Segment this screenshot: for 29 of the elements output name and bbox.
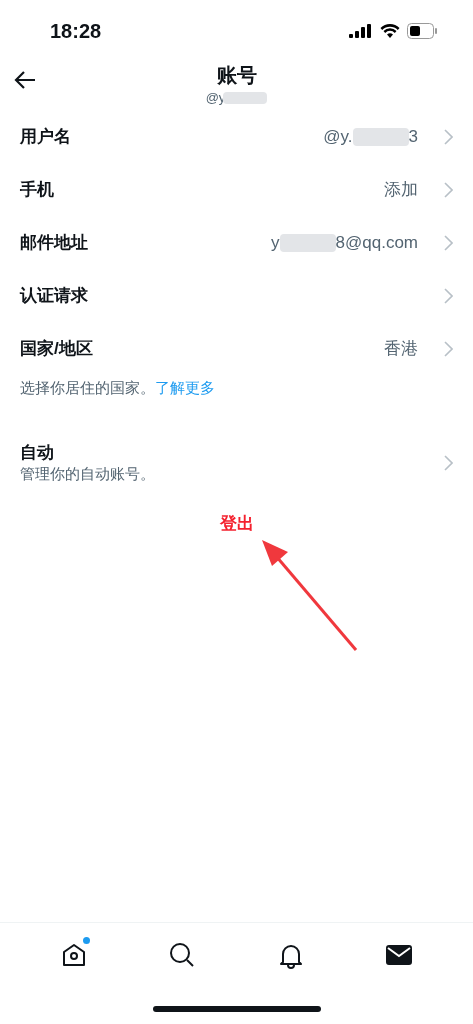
battery-icon: [407, 23, 437, 39]
row-value: 3: [408, 125, 418, 148]
chevron-icon: [444, 287, 453, 304]
chevron-icon: [444, 234, 453, 251]
row-value: @y.: [323, 125, 353, 148]
row-value: 添加: [384, 178, 418, 201]
row-value: 香港: [384, 337, 418, 360]
row-value: 8@qq.com: [335, 231, 418, 254]
row-label: 自动: [20, 442, 55, 464]
logout-button[interactable]: 登出: [219, 511, 254, 537]
page-title: 账号: [216, 63, 257, 88]
hint-text: 选择你居住的国家。了解更多: [19, 378, 216, 398]
settings-row[interactable]: 自动 管理你的自动账号。: [0, 435, 473, 491]
signal-icon: [349, 24, 373, 38]
chevron-icon: [444, 181, 453, 198]
chevron-icon: [444, 128, 453, 145]
settings-row[interactable]: 用户名 @y. 3: [0, 110, 473, 163]
settings-row[interactable]: 认证请求: [0, 269, 473, 322]
chevron-icon: [444, 455, 453, 471]
back-arrow-icon: [13, 70, 37, 90]
settings-row[interactable]: 邮件地址 y 8@qq.com: [0, 216, 473, 269]
status-time: 18:28: [50, 19, 102, 44]
settings-row[interactable]: 国家/地区 香港: [0, 322, 473, 375]
back-button[interactable]: [13, 70, 37, 90]
row-description: 管理你的自动账号。: [20, 464, 156, 484]
chevron-icon: [444, 340, 453, 357]
wifi-icon: [380, 24, 400, 38]
settings-row[interactable]: 手机 添加: [0, 163, 473, 216]
row-value: y: [271, 231, 280, 254]
